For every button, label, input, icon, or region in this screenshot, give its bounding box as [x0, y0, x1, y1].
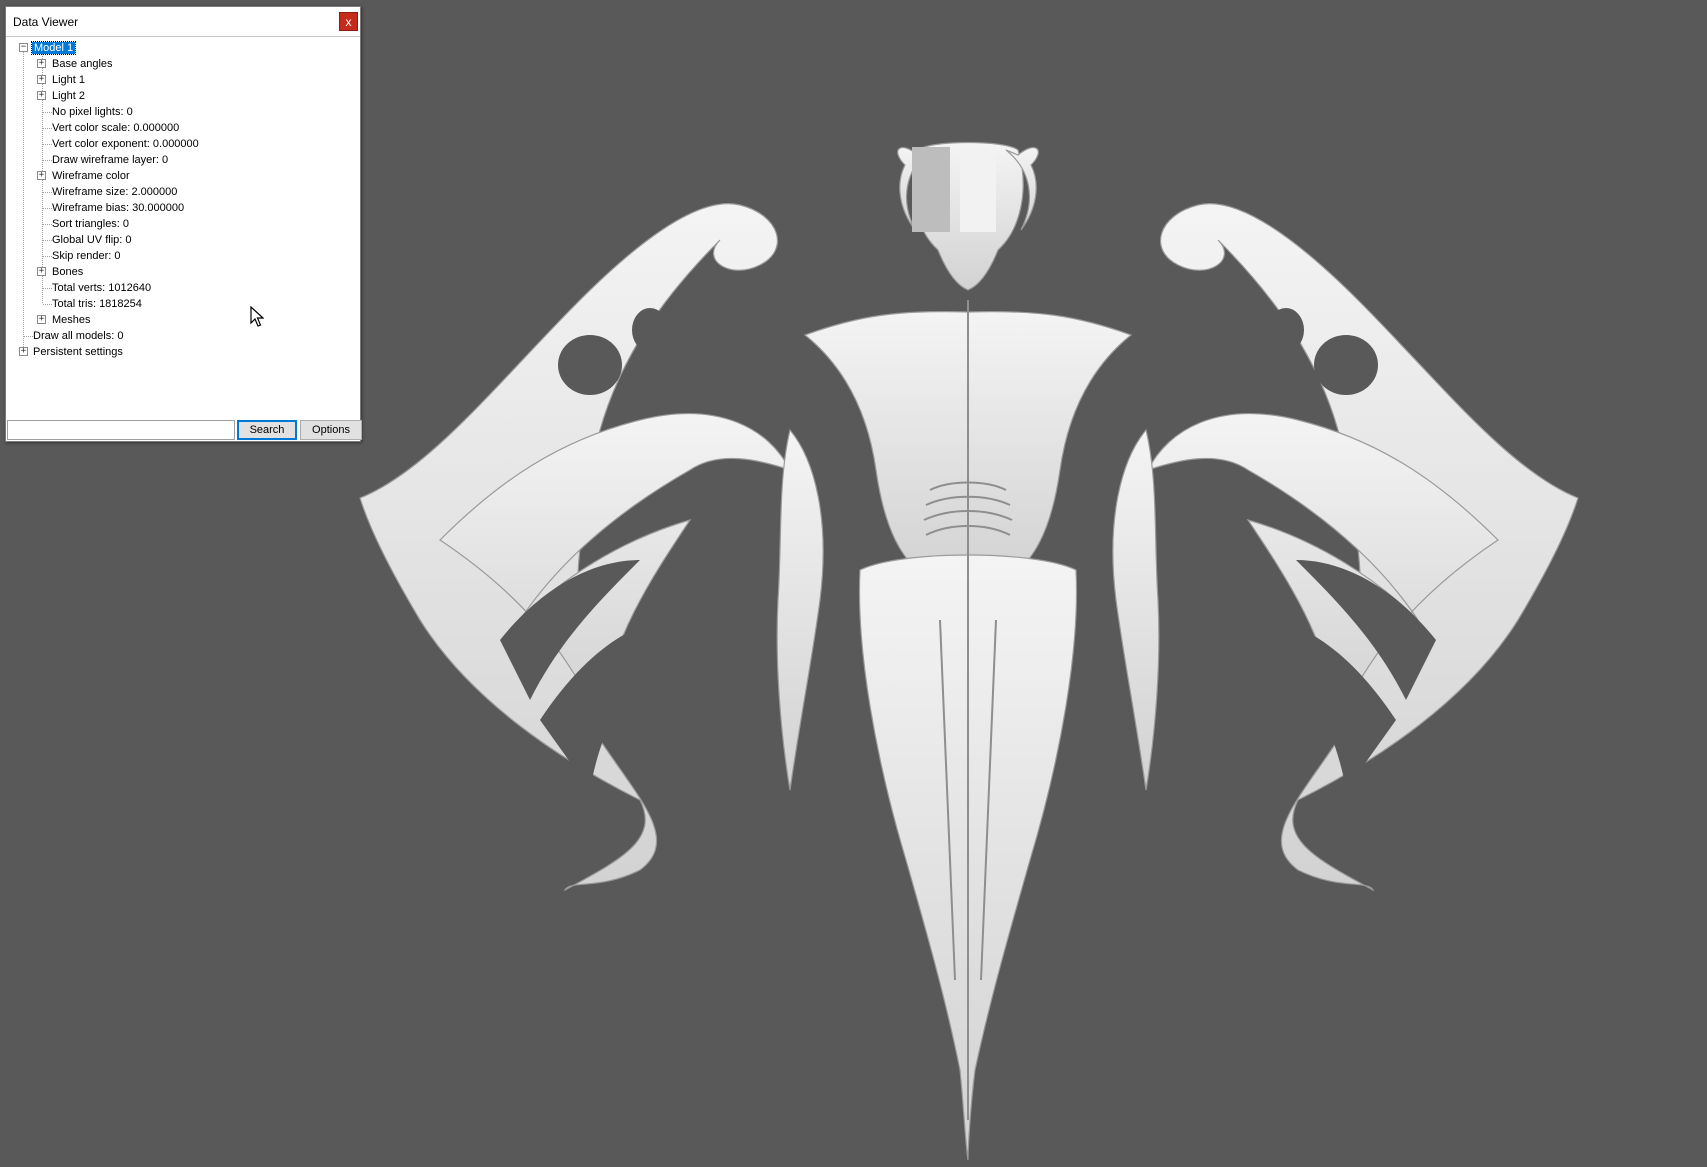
tree-node-total-tris[interactable]: Total tris: 1818254 [50, 296, 144, 312]
tree-node-wireframe-color[interactable]: + Wireframe color [37, 168, 132, 184]
plus-box-icon[interactable]: + [37, 171, 46, 180]
search-bar: Search Options [6, 419, 362, 441]
search-input[interactable] [7, 420, 235, 440]
tree-node-global-uv-flip[interactable]: Global UV flip: 0 [50, 232, 133, 248]
plus-box-icon[interactable]: + [37, 75, 46, 84]
tree-node-light-2[interactable]: + Light 2 [37, 88, 87, 104]
tree-node-total-verts[interactable]: Total verts: 1012640 [50, 280, 153, 296]
property-tree[interactable]: − Model 1 + Base angles + Light 1 + Ligh… [6, 38, 358, 423]
tree-node-draw-all-models[interactable]: Draw all models: 0 [31, 328, 125, 344]
tree-node-vert-color-scale[interactable]: Vert color scale: 0.000000 [50, 120, 181, 136]
tree-node-wireframe-size[interactable]: Wireframe size: 2.000000 [50, 184, 179, 200]
tree-node-label: Wireframe bias: 30.000000 [52, 202, 185, 214]
minus-box-icon[interactable]: − [19, 43, 28, 52]
tree-node-label: Vert color exponent: 0.000000 [52, 138, 199, 150]
plus-box-icon[interactable]: + [37, 315, 46, 324]
tree-node-label: Light 2 [52, 90, 86, 102]
plus-box-icon[interactable]: + [37, 91, 46, 100]
tree-node-label: Skip render: 0 [52, 250, 121, 262]
tree-node-light-1[interactable]: + Light 1 [37, 72, 87, 88]
options-button[interactable]: Options [300, 420, 362, 440]
tree-node-label: Meshes [52, 314, 91, 326]
tree-node-draw-wireframe-layer[interactable]: Draw wireframe layer: 0 [50, 152, 170, 168]
tree-node-label: Bones [52, 266, 84, 278]
tree-node-skip-render[interactable]: Skip render: 0 [50, 248, 122, 264]
plus-box-icon[interactable]: + [19, 347, 28, 356]
tree-node-label: Persistent settings [33, 346, 123, 358]
tree-node-label: Base angles [52, 58, 113, 70]
tree-node-label: Wireframe color [52, 170, 130, 182]
tree-node-persistent-settings[interactable]: + Persistent settings [18, 344, 125, 360]
plus-box-icon[interactable]: + [37, 267, 46, 276]
window-titlebar[interactable]: Data Viewer x [6, 7, 360, 37]
tree-node-label: Light 1 [52, 74, 86, 86]
tree-node-label: Total verts: 1012640 [52, 282, 152, 294]
tree-node-vert-color-exponent[interactable]: Vert color exponent: 0.000000 [50, 136, 201, 152]
mouse-pointer-icon [250, 306, 264, 327]
data-viewer-window[interactable]: Data Viewer x − Model 1 + Base angles + … [5, 6, 362, 442]
tree-node-label: Model 1 [30, 41, 77, 55]
tree-node-label: Global UV flip: 0 [52, 234, 132, 246]
tree-node-label: Draw all models: 0 [33, 330, 124, 342]
tree-node-model-1[interactable]: − Model 1 [18, 40, 77, 56]
tree-node-label: No pixel lights: 0 [52, 106, 133, 118]
tree-node-sort-triangles[interactable]: Sort triangles: 0 [50, 216, 131, 232]
tree-node-label: Sort triangles: 0 [52, 218, 130, 230]
tree-node-base-angles[interactable]: + Base angles [37, 56, 115, 72]
plus-box-icon[interactable]: + [37, 59, 46, 68]
tree-guide-line [23, 52, 24, 349]
close-button[interactable]: x [339, 12, 358, 31]
tree-node-no-pixel-lights[interactable]: No pixel lights: 0 [50, 104, 135, 120]
window-title: Data Viewer [13, 15, 79, 29]
tree-node-wireframe-bias[interactable]: Wireframe bias: 30.000000 [50, 200, 186, 216]
tree-node-label: Vert color scale: 0.000000 [52, 122, 180, 134]
tree-node-bones[interactable]: + Bones [37, 264, 85, 280]
tree-node-label: Draw wireframe layer: 0 [52, 154, 169, 166]
tree-node-meshes[interactable]: + Meshes [37, 312, 93, 328]
tree-node-label: Wireframe size: 2.000000 [52, 186, 178, 198]
tree-node-label: Total tris: 1818254 [52, 298, 142, 310]
search-button[interactable]: Search [237, 420, 297, 440]
